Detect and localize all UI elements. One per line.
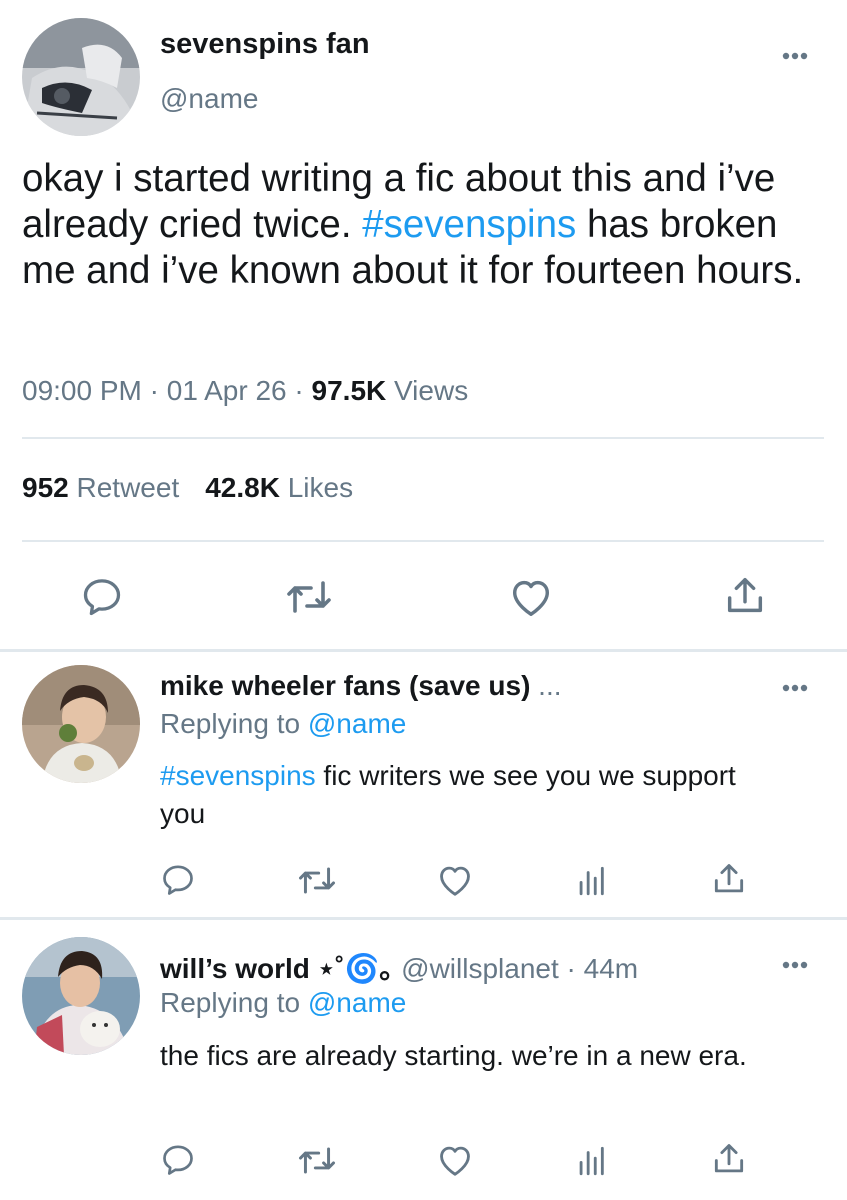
hashtag-link[interactable]: #sevenspins (362, 203, 576, 246)
tweet-meta: 09:00 PM · 01 Apr 26 · 97.5K Views (22, 375, 468, 407)
replying-handle-link[interactable]: @name (308, 708, 406, 739)
retweet-stat[interactable]: 952 Retweet (22, 472, 179, 503)
display-name[interactable]: will’s world ⋆˚🌀｡ (160, 953, 393, 984)
like-icon[interactable] (436, 862, 474, 898)
share-icon[interactable] (722, 573, 768, 619)
analytics-icon[interactable] (574, 1144, 608, 1178)
retweet-icon[interactable] (297, 1144, 337, 1177)
separator: · (141, 375, 167, 406)
divider (22, 437, 824, 439)
replying-label: Replying to (160, 987, 308, 1018)
reply-time[interactable]: · 44m (559, 953, 639, 984)
views-label: Views (394, 375, 469, 406)
reply-text: #sevenspins fic writers we see you we su… (160, 757, 760, 833)
more-icon[interactable] (778, 957, 812, 969)
share-icon[interactable] (710, 1140, 748, 1178)
share-icon[interactable] (710, 860, 748, 898)
retweet-label: Retweet (76, 472, 180, 503)
avatar[interactable] (22, 18, 140, 136)
retweet-count: 952 (22, 472, 69, 503)
avatar[interactable] (22, 665, 140, 783)
more-icon[interactable] (778, 680, 812, 692)
user-handle[interactable]: @name (160, 83, 258, 115)
retweet-icon[interactable] (285, 577, 333, 617)
reply-icon[interactable] (160, 862, 196, 898)
reply-author: will’s world ⋆˚🌀｡ @willsplanet · 44m (160, 947, 638, 987)
views-count: 97.5K (311, 375, 387, 406)
retweet-icon[interactable] (297, 864, 337, 897)
reply-icon[interactable] (160, 1142, 196, 1178)
name-truncation: ... (530, 670, 562, 701)
user-handle[interactable]: @willsplanet (401, 953, 559, 984)
likes-stat[interactable]: 42.8K Likes (205, 472, 353, 503)
more-icon[interactable] (778, 48, 812, 60)
replying-to: Replying to @name (160, 987, 406, 1019)
likes-count: 42.8K (205, 472, 280, 503)
divider (0, 917, 847, 920)
like-icon[interactable] (508, 575, 554, 619)
divider (22, 540, 824, 542)
replying-handle-link[interactable]: @name (308, 987, 406, 1018)
analytics-icon[interactable] (574, 864, 608, 898)
tweet-time[interactable]: 09:00 PM (22, 375, 142, 406)
separator: · (286, 375, 312, 406)
likes-label: Likes (287, 472, 354, 503)
replying-to: Replying to @name (160, 708, 406, 740)
divider (0, 649, 847, 652)
tweet-stats: 952 Retweet 42.8K Likes (22, 472, 353, 504)
reply-icon[interactable] (80, 575, 124, 619)
hashtag-link[interactable]: #sevenspins (160, 760, 316, 791)
tweet-date[interactable]: 01 Apr 26 (167, 375, 287, 406)
display-name[interactable]: mike wheeler fans (save us) (160, 670, 530, 701)
display-name[interactable]: sevenspins fan (160, 28, 370, 61)
like-icon[interactable] (436, 1142, 474, 1178)
reply-text: the fics are already starting. we’re in … (160, 1040, 747, 1071)
avatar[interactable] (22, 937, 140, 1055)
reply-author: mike wheeler fans (save us) ... (160, 670, 562, 702)
replying-label: Replying to (160, 708, 308, 739)
tweet-text: okay i started writing a fic about this … (22, 156, 822, 294)
